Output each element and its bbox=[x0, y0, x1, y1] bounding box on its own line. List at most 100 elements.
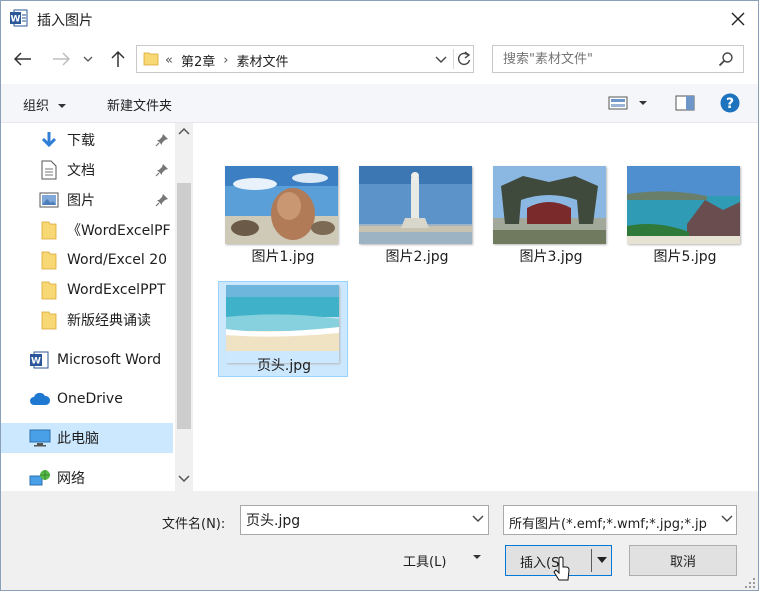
chevron-down-icon[interactable] bbox=[472, 514, 484, 524]
filename-combobox[interactable] bbox=[240, 505, 489, 535]
nav-item-documents[interactable]: 文档 bbox=[1, 155, 173, 185]
breadcrumb: « 第2章 › 素材文件 bbox=[165, 51, 288, 70]
svg-text:W: W bbox=[11, 15, 21, 25]
file-list: 图片1.jpg 图片2.jpg 图片3.jpg 图片5.jpg 页头.jpg bbox=[197, 123, 758, 491]
nav-item-folder[interactable]: 《WordExcelPF bbox=[1, 215, 173, 245]
pin-icon[interactable] bbox=[155, 133, 169, 147]
back-button[interactable] bbox=[13, 47, 33, 71]
file-item[interactable]: 图片1.jpg bbox=[218, 163, 348, 265]
folder-icon bbox=[41, 280, 57, 300]
search-icon[interactable] bbox=[718, 51, 734, 67]
preview-pane-icon[interactable] bbox=[675, 95, 695, 111]
folder-icon bbox=[41, 310, 57, 330]
scroll-thumb[interactable] bbox=[177, 183, 191, 429]
arrow-right-icon bbox=[53, 52, 70, 66]
nav-item-label: 此电脑 bbox=[57, 431, 99, 447]
nav-item-onedrive[interactable]: OneDrive bbox=[1, 384, 173, 414]
new-folder-button[interactable]: 新建文件夹 bbox=[107, 95, 172, 114]
title-bar: W 插入图片 bbox=[1, 1, 758, 37]
nav-item-this-pc[interactable]: 此电脑 bbox=[1, 423, 173, 453]
word-app-icon: W bbox=[10, 9, 28, 27]
nav-scrollbar[interactable] bbox=[175, 123, 193, 491]
file-name: 图片5.jpg bbox=[653, 249, 717, 265]
breadcrumb-overflow[interactable]: « bbox=[165, 53, 173, 68]
nav-item-downloads[interactable]: 下载 bbox=[1, 125, 173, 155]
file-type-select[interactable]: 所有图片(*.emf;*.wmf;*.jpg;*.jp bbox=[503, 505, 737, 535]
breadcrumb-item-material[interactable]: 素材文件 bbox=[236, 51, 288, 70]
picture-icon bbox=[39, 192, 59, 208]
nav-item-label: Word/Excel 20 bbox=[67, 252, 168, 268]
nav-item-label: 新版经典诵读 bbox=[67, 313, 151, 329]
file-name: 图片2.jpg bbox=[385, 249, 449, 265]
scroll-up-icon[interactable] bbox=[178, 127, 190, 135]
svg-text:W: W bbox=[31, 357, 41, 367]
refresh-icon[interactable] bbox=[456, 50, 472, 68]
nav-item-folder[interactable]: 新版经典诵读 bbox=[1, 305, 173, 335]
chevron-down-icon bbox=[83, 56, 93, 62]
command-bar: 组织 新建文件夹 ? bbox=[1, 84, 758, 123]
file-item-selected[interactable]: 页头.jpg bbox=[218, 281, 348, 377]
breadcrumb-separator[interactable]: › bbox=[223, 53, 228, 68]
nav-item-network[interactable]: 网络 bbox=[1, 463, 173, 493]
file-item[interactable]: 图片2.jpg bbox=[352, 163, 482, 265]
file-item[interactable]: 图片5.jpg bbox=[620, 163, 750, 265]
cancel-button[interactable]: 取消 bbox=[629, 545, 737, 576]
file-name: 页头.jpg bbox=[256, 358, 312, 374]
close-button[interactable] bbox=[725, 6, 751, 32]
dialog-title: 插入图片 bbox=[37, 13, 93, 29]
computer-icon bbox=[29, 429, 51, 447]
nav-item-pictures[interactable]: 图片 bbox=[1, 185, 173, 215]
nav-item-label: WordExcelPPT bbox=[67, 282, 166, 298]
caret-down-icon[interactable] bbox=[596, 556, 608, 564]
pin-icon[interactable] bbox=[155, 163, 169, 177]
folder-icon bbox=[41, 220, 57, 240]
recent-locations-button[interactable] bbox=[81, 47, 95, 71]
word-icon: W bbox=[29, 350, 49, 370]
resize-grip-icon[interactable] bbox=[744, 577, 756, 589]
view-options-icon[interactable] bbox=[608, 96, 628, 110]
navigation-pane: 下载 文档 图片 《WordExcelPF Word/Excel 20 Word… bbox=[1, 123, 196, 491]
address-bar[interactable]: « 第2章 › 素材文件 bbox=[136, 45, 474, 73]
nav-item-label: 文档 bbox=[67, 163, 95, 179]
nav-item-folder[interactable]: WordExcelPPT bbox=[1, 275, 173, 305]
organize-menu[interactable]: 组织 bbox=[23, 95, 67, 114]
close-icon bbox=[731, 12, 745, 26]
filename-input[interactable] bbox=[246, 511, 456, 529]
help-icon[interactable]: ? bbox=[720, 93, 740, 113]
file-item[interactable]: 图片3.jpg bbox=[486, 163, 616, 265]
nav-item-label: 网络 bbox=[57, 471, 85, 487]
network-icon bbox=[29, 468, 51, 488]
chevron-down-icon[interactable] bbox=[721, 514, 733, 524]
download-icon bbox=[39, 130, 59, 150]
file-name: 图片3.jpg bbox=[519, 249, 583, 265]
file-thumbnail bbox=[493, 166, 606, 244]
divider bbox=[591, 549, 592, 572]
nav-item-microsoft-word[interactable]: W Microsoft Word bbox=[1, 345, 173, 375]
nav-item-folder[interactable]: Word/Excel 20 bbox=[1, 245, 173, 275]
scroll-down-icon[interactable] bbox=[178, 475, 190, 483]
forward-button[interactable] bbox=[51, 47, 71, 71]
tools-menu[interactable]: 工具(L) bbox=[403, 551, 446, 570]
search-input[interactable] bbox=[503, 50, 703, 68]
filename-label: 文件名(N): bbox=[162, 517, 226, 532]
caret-down-icon[interactable] bbox=[472, 553, 482, 561]
nav-item-label: 图片 bbox=[67, 193, 95, 209]
file-name: 图片1.jpg bbox=[251, 249, 315, 265]
caret-down-icon[interactable] bbox=[638, 99, 648, 107]
up-button[interactable] bbox=[108, 47, 128, 71]
breadcrumb-item-chapter[interactable]: 第2章 bbox=[181, 51, 215, 70]
folder-icon bbox=[143, 52, 159, 66]
nav-item-label: OneDrive bbox=[57, 391, 123, 407]
insert-picture-dialog: W 插入图片 « 第2章 › 素材文件 搜索"素材文件" 组织 新建文件夹 ? … bbox=[0, 0, 759, 591]
file-thumbnail bbox=[226, 285, 339, 363]
search-box[interactable] bbox=[492, 45, 744, 73]
organize-label: 组织 bbox=[23, 99, 50, 114]
document-icon bbox=[41, 160, 57, 180]
file-type-value: 所有图片(*.emf;*.wmf;*.jpg;*.jp bbox=[509, 517, 707, 532]
arrow-up-icon bbox=[111, 50, 125, 67]
chevron-down-icon[interactable] bbox=[435, 51, 447, 67]
nav-item-label: 《WordExcelPF bbox=[67, 223, 171, 239]
caret-down-icon bbox=[58, 104, 67, 108]
divider bbox=[453, 49, 454, 69]
pin-icon[interactable] bbox=[155, 193, 169, 207]
